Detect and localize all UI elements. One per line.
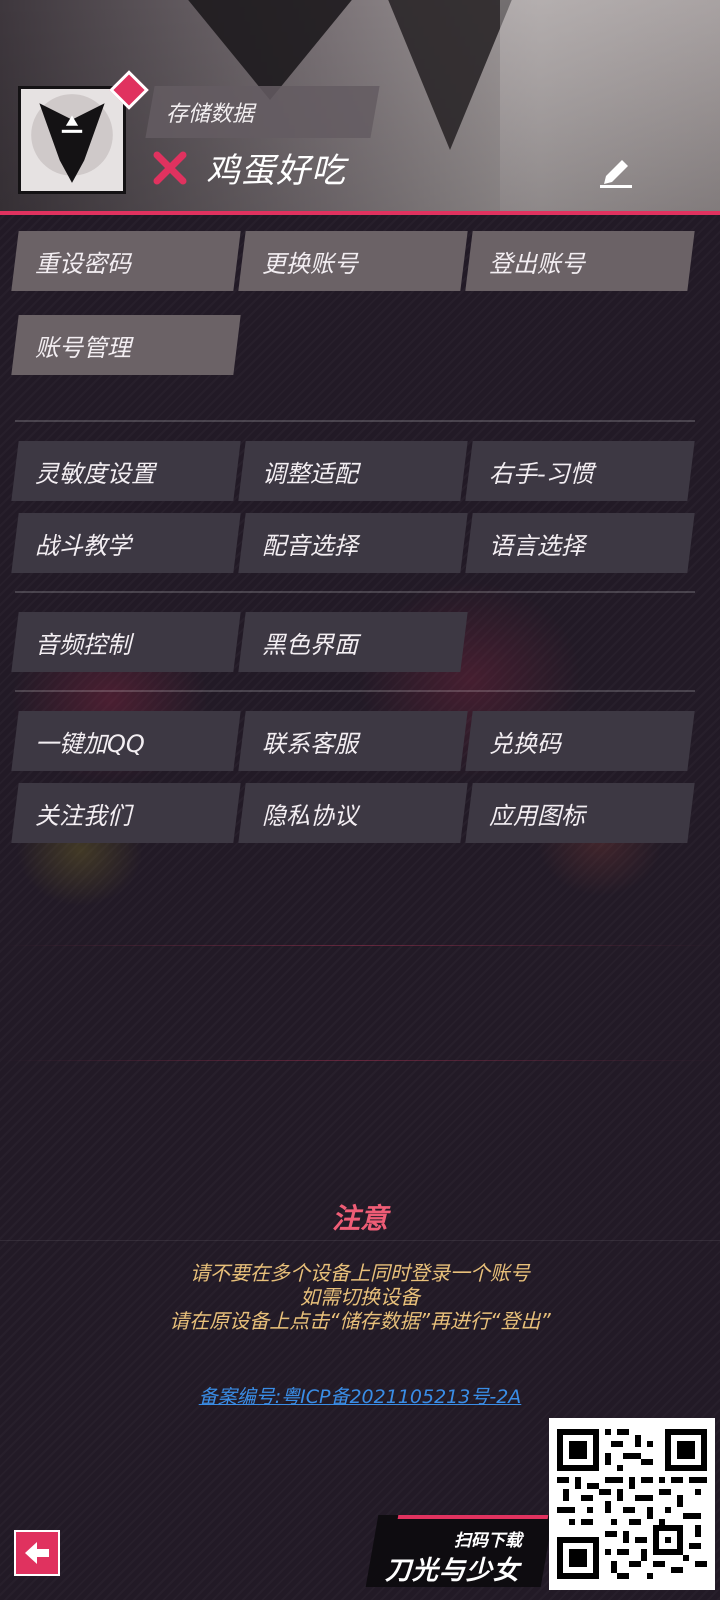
button-label: 更换账号 (261, 250, 358, 278)
qr-code[interactable] (549, 1418, 715, 1590)
button-label: 隐私协议 (261, 802, 358, 830)
dark-interface-button[interactable]: 黑色界面 (238, 612, 468, 672)
button-label: 右手-习惯 (488, 460, 594, 488)
back-button[interactable] (14, 1530, 60, 1576)
account-management-button[interactable]: 账号管理 (11, 315, 241, 375)
privacy-policy-button[interactable]: 隐私协议 (238, 783, 468, 843)
edit-icon[interactable] (598, 152, 634, 190)
button-label: 灵敏度设置 (34, 460, 155, 488)
join-qq-button[interactable]: 一键加QQ (11, 711, 241, 771)
scan-download-label: 扫码下载 (454, 1531, 522, 1551)
follow-us-button[interactable]: 关注我们 (11, 783, 241, 843)
avatar-image (21, 89, 123, 191)
notice-divider (0, 1240, 720, 1241)
notice-line-3: 请在原设备上点击“储存数据”再进行“登出” (169, 1309, 551, 1333)
logout-button[interactable]: 登出账号 (465, 231, 695, 291)
header-art (180, 0, 360, 100)
button-label: 重设密码 (34, 250, 131, 278)
button-label: 语言选择 (488, 532, 585, 560)
app-icon-button[interactable]: 应用图标 (465, 783, 695, 843)
avatar[interactable] (18, 86, 126, 194)
redeem-code-button[interactable]: 兑换码 (465, 711, 695, 771)
button-label: 音频控制 (34, 631, 131, 659)
button-label: 黑色界面 (261, 631, 358, 659)
header-art (380, 0, 520, 150)
button-label: 联系客服 (261, 730, 358, 758)
icp-link[interactable]: 备案编号:粤ICP备2021105213号-2A (0, 1382, 720, 1409)
button-label: 战斗教学 (34, 532, 131, 560)
game-logo-text: 刀光与少女 (385, 1556, 521, 1586)
floor-line (0, 1060, 720, 1061)
back-arrow-icon (25, 1542, 49, 1564)
section-divider (15, 591, 695, 593)
button-label: 账号管理 (34, 334, 131, 362)
notice-title: 注意 (331, 1202, 388, 1235)
section-divider (15, 690, 695, 692)
username: 鸡蛋好吃 (206, 151, 346, 191)
button-label: 应用图标 (488, 802, 585, 830)
sensitivity-settings-button[interactable]: 灵敏度设置 (11, 441, 241, 501)
section-divider (15, 420, 695, 422)
button-label: 配音选择 (261, 532, 358, 560)
button-label: 兑换码 (488, 730, 561, 758)
reset-password-button[interactable]: 重设密码 (11, 231, 241, 291)
handedness-button[interactable]: 右手-习惯 (465, 441, 695, 501)
button-label: 调整适配 (261, 460, 358, 488)
button-label: 关注我们 (34, 802, 131, 830)
audio-control-button[interactable]: 音频控制 (11, 612, 241, 672)
customer-service-button[interactable]: 联系客服 (238, 711, 468, 771)
close-icon[interactable] (152, 150, 188, 186)
battle-tutorial-button[interactable]: 战斗教学 (11, 513, 241, 573)
button-label: 一键加QQ (34, 730, 145, 758)
adjust-fit-button[interactable]: 调整适配 (238, 441, 468, 501)
language-select-button[interactable]: 语言选择 (465, 513, 695, 573)
qr-code-image (557, 1429, 707, 1579)
save-data-button[interactable]: 存储数据 (145, 86, 380, 138)
save-data-label: 存储数据 (166, 102, 255, 127)
header-accent-bar (0, 211, 720, 215)
button-label: 登出账号 (488, 250, 585, 278)
voice-select-button[interactable]: 配音选择 (238, 513, 468, 573)
download-accent (397, 1515, 549, 1519)
floor-line (0, 945, 720, 946)
switch-account-button[interactable]: 更换账号 (238, 231, 468, 291)
